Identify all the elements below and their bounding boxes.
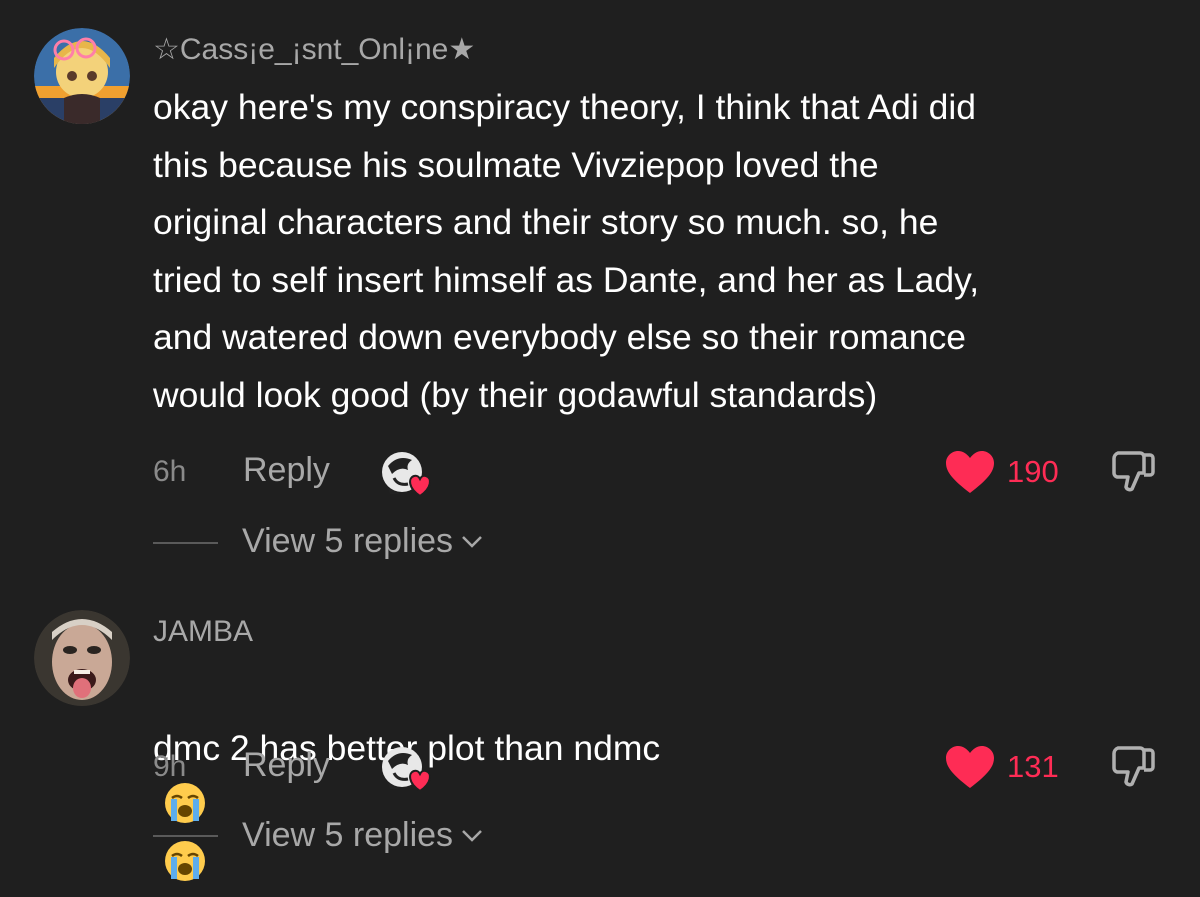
- dislike-icon[interactable]: [1108, 742, 1158, 792]
- view-replies-button[interactable]: View 5 replies: [242, 816, 483, 855]
- loudly-crying-face-icon: [165, 840, 205, 881]
- username[interactable]: JAMBA: [153, 615, 253, 649]
- chevron-down-icon: [462, 829, 482, 842]
- like-button[interactable]: 190: [945, 447, 1059, 497]
- chevron-down-icon: [462, 535, 482, 548]
- dislike-icon[interactable]: [1108, 447, 1158, 497]
- divider: [153, 835, 218, 837]
- comment-text: okay here's my conspiracy theory, I thin…: [153, 87, 980, 415]
- timestamp: 6h: [153, 455, 187, 488]
- avatar[interactable]: [34, 28, 130, 124]
- timestamp: 9h: [153, 750, 187, 783]
- reply-button[interactable]: Reply: [243, 451, 330, 490]
- heart-icon: [946, 746, 994, 788]
- reply-button[interactable]: Reply: [243, 746, 330, 785]
- creator-liked-icon: [378, 448, 434, 498]
- like-button[interactable]: 131: [945, 742, 1059, 792]
- view-replies-label: View 5 replies: [242, 816, 454, 854]
- loudly-crying-face-icon: [165, 783, 205, 824]
- heart-icon: [946, 451, 994, 493]
- view-replies-button[interactable]: View 5 replies: [242, 522, 483, 561]
- creator-liked-icon: [378, 743, 434, 793]
- username[interactable]: ☆Cass¡e_¡snt_Onl¡ne★: [153, 32, 475, 67]
- divider: [153, 542, 218, 544]
- like-count: 131: [1007, 749, 1059, 784]
- avatar[interactable]: [34, 610, 130, 706]
- like-count: 190: [1007, 454, 1059, 489]
- view-replies-label: View 5 replies: [242, 522, 454, 560]
